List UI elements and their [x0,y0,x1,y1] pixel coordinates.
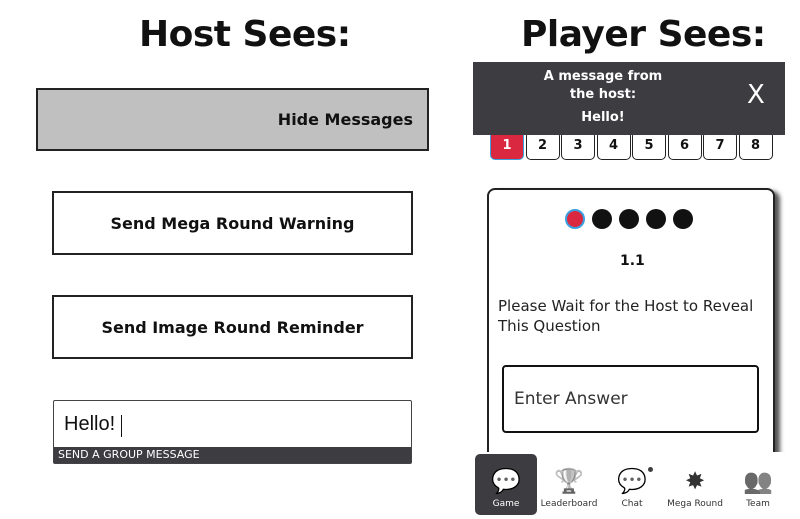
nav-label: Leaderboard [540,499,598,509]
question-tab-4[interactable]: 4 [596,131,631,160]
group-message-input[interactable]: Hello! SEND A GROUP MESSAGE [53,400,412,464]
text-cursor [121,415,122,437]
nav-mega-round[interactable]: ✸ Mega Round [664,454,726,515]
nav-game[interactable]: 💬 Game [475,454,537,515]
question-tab-5[interactable]: 5 [632,131,666,160]
hide-messages-label: Hide Messages [277,110,413,129]
progress-dot [646,209,666,229]
image-reminder-label: Send Image Round Reminder [101,317,364,337]
nav-label: Game [492,499,520,509]
notification-dot [647,467,653,472]
hide-messages-button[interactable]: Hide Messages [36,88,429,151]
bottom-nav: 💬 Game 🏆 Leaderboard 💬 Chat ✸ Mega Round 👥 Team [473,452,800,519]
trophy-icon: 🏆 [554,467,584,495]
progress-dot [673,209,693,229]
mega-warning-label: Send Mega Round Warning [110,213,355,233]
question-prompt: Please Wait for the Host to Reveal This … [498,297,754,335]
question-card [487,188,775,488]
image-round-reminder-button[interactable]: Send Image Round Reminder [52,295,413,359]
mega-round-warning-button[interactable]: Send Mega Round Warning [52,191,413,255]
question-tab-3[interactable]: 3 [561,131,595,160]
team-icon: 👥 [743,467,773,495]
nav-label: Team [746,499,770,509]
nav-label: Chat [621,499,643,509]
answer-placeholder: Enter Answer [514,389,628,409]
close-icon[interactable]: X [747,80,765,110]
nav-leaderboard[interactable]: 🏆 Leaderboard [538,454,600,515]
banner-message: Hello! [581,110,625,125]
banner-heading: A message from the host: [543,69,663,102]
message-value: Hello! [64,413,116,435]
question-tab-1[interactable]: 1 [490,131,524,160]
question-number: 1.1 [620,253,645,269]
mega-round-icon: ✸ [684,467,706,495]
nav-team[interactable]: 👥 Team [727,454,789,515]
question-tab-2[interactable]: 2 [525,131,560,160]
player-title: Player Sees: [521,14,766,55]
progress-dot-current [565,209,585,229]
game-icon: 💬 [491,467,521,495]
host-message-banner: A message from the host: Hello! X [473,62,785,135]
question-tab-8[interactable]: 8 [738,131,773,160]
nav-chat[interactable]: 💬 Chat [601,454,663,515]
message-label: SEND A GROUP MESSAGE [54,447,411,463]
question-tab-7[interactable]: 7 [703,131,737,160]
host-title: Host Sees: [139,14,351,55]
question-tab-6[interactable]: 6 [667,131,702,160]
nav-label: Mega Round [667,499,723,509]
answer-input[interactable]: Enter Answer [502,365,759,433]
chat-icon: 💬 [617,467,653,495]
progress-dot [619,209,639,229]
progress-dot [592,209,612,229]
